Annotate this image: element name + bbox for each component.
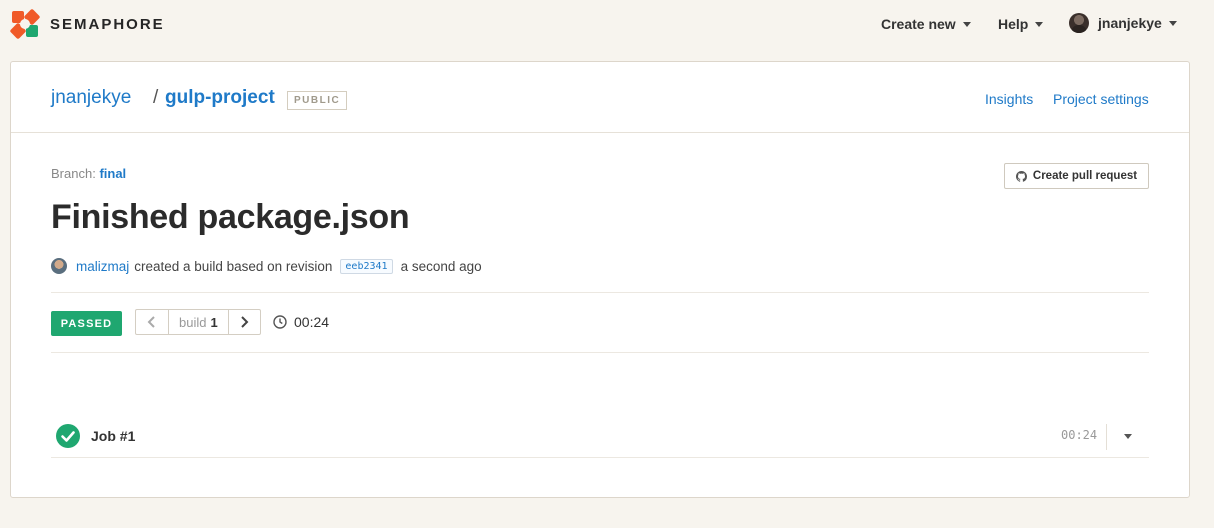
chevron-down-icon xyxy=(1035,21,1044,27)
user-menu[interactable]: jnanjekye xyxy=(1069,13,1177,33)
help-label: Help xyxy=(998,16,1029,32)
avatar xyxy=(1069,13,1089,33)
brand-name: SEMAPHORE xyxy=(50,15,165,33)
check-circle-icon xyxy=(56,424,80,448)
build-title: Finished package.json xyxy=(51,198,410,236)
visibility-badge: PUBLIC xyxy=(287,91,348,110)
next-build-button[interactable] xyxy=(227,310,260,334)
chevron-down-icon xyxy=(962,21,971,27)
insights-link[interactable]: Insights xyxy=(985,91,1033,107)
time-ago: a second ago xyxy=(400,258,482,274)
job-name[interactable]: Job #1 xyxy=(91,428,135,444)
chevron-down-icon xyxy=(1168,20,1177,26)
created-text: created a build based on revision xyxy=(134,258,333,274)
chevron-left-icon xyxy=(147,316,155,328)
create-pull-request-label: Create pull request xyxy=(1032,170,1138,182)
create-pull-request-button[interactable]: Create pull request xyxy=(1004,163,1149,189)
branch-link[interactable]: final xyxy=(99,166,126,181)
job-duration: 00:24 xyxy=(1061,428,1098,442)
divider xyxy=(51,292,1149,293)
github-icon xyxy=(1015,170,1027,182)
divider xyxy=(1106,424,1107,450)
author-link[interactable]: malizmaj xyxy=(76,259,129,274)
branch-info: Branch: final xyxy=(51,166,126,181)
chevron-right-icon xyxy=(241,316,249,328)
status-badge: PASSED xyxy=(51,311,122,336)
user-name: jnanjekye xyxy=(1098,15,1162,31)
build-duration: 00:24 xyxy=(273,314,329,330)
create-new-menu[interactable]: Create new xyxy=(881,16,971,32)
build-label: build xyxy=(179,314,207,330)
breadcrumb-project-link[interactable]: gulp-project xyxy=(165,87,275,109)
job-row[interactable]: Job #1 00:24 xyxy=(51,412,1149,458)
divider xyxy=(51,352,1149,353)
project-settings-link[interactable]: Project settings xyxy=(1053,91,1149,107)
revision-link[interactable]: eeb2341 xyxy=(340,258,393,274)
build-card: jnanjekye / gulp-project PUBLIC Insights… xyxy=(10,61,1190,498)
previous-build-button[interactable] xyxy=(136,310,168,334)
semaphore-logo-icon xyxy=(10,9,40,39)
build-meta: malizmaj created a build based on revisi… xyxy=(51,258,482,274)
breadcrumb-owner-link[interactable]: jnanjekye xyxy=(51,87,131,109)
semaphore-logo[interactable]: SEMAPHORE xyxy=(9,8,165,40)
breadcrumb-separator: / xyxy=(153,87,159,108)
build-number-value: 1 xyxy=(210,314,218,330)
top-navbar: SEMAPHORE Create new Help jnanjekye xyxy=(0,0,1214,48)
create-new-label: Create new xyxy=(881,16,956,32)
avatar xyxy=(51,258,67,274)
help-menu[interactable]: Help xyxy=(998,16,1044,32)
clock-icon xyxy=(273,315,287,329)
project-header: jnanjekye / gulp-project PUBLIC Insights… xyxy=(11,62,1189,133)
chevron-down-icon[interactable] xyxy=(1124,434,1132,439)
build-number: build 1 xyxy=(168,310,228,334)
branch-label: Branch: xyxy=(51,166,96,181)
build-pager: build 1 xyxy=(135,309,261,335)
duration-value: 00:24 xyxy=(294,314,330,330)
